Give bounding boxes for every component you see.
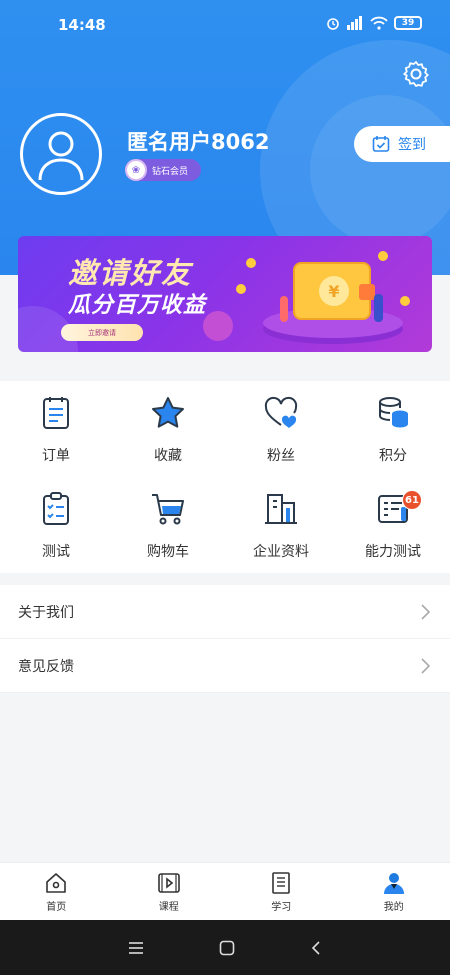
grid-item-test[interactable]: 测试: [0, 477, 112, 573]
clipboard-check-icon: [43, 492, 69, 525]
profile-icon: [383, 873, 404, 894]
nav-study[interactable]: 学习: [225, 863, 338, 920]
coin-icon: [378, 251, 388, 261]
status-icons: 39: [326, 16, 422, 30]
status-bar: 14:48 39: [0, 0, 450, 50]
battery-indicator: 39: [394, 16, 422, 30]
order-icon: [43, 397, 69, 429]
settings-list: 关于我们 意见反馈: [0, 585, 450, 693]
wallet-clasp: [359, 284, 375, 300]
avatar[interactable]: [20, 113, 102, 195]
settings-gear-icon[interactable]: [402, 60, 430, 88]
menu-icon[interactable]: [128, 941, 144, 955]
invite-banner[interactable]: 邀请好友 瓜分百万收益 立即邀请 ¥: [18, 236, 432, 352]
grid-label: 粉丝: [267, 448, 295, 464]
chevron-right-icon: [421, 657, 430, 674]
wallet-illustration: ¥: [293, 262, 375, 320]
coin-icon: [236, 284, 246, 294]
vip-label: 钻石会员: [152, 166, 189, 177]
list-item-about-us[interactable]: 关于我们: [0, 585, 450, 639]
user-avatar-icon: [38, 131, 84, 181]
grid-item-company-info[interactable]: 企业资料: [225, 477, 337, 573]
grid-label: 购物车: [147, 544, 189, 560]
grid-label: 积分: [379, 448, 407, 464]
person-figure: [374, 294, 383, 322]
banner-title: 邀请好友: [68, 256, 193, 290]
home-button-icon[interactable]: [219, 940, 235, 956]
grid-item-fans[interactable]: 粉丝: [225, 381, 337, 477]
grid-label: 企业资料: [253, 544, 309, 560]
grid-item-points[interactable]: 积分: [337, 381, 449, 477]
course-icon: [157, 873, 180, 893]
diamond-member-icon: ❀: [125, 159, 147, 181]
decor-blob: [203, 311, 233, 341]
nav-label: 我的: [383, 902, 404, 913]
grid-label: 订单: [42, 448, 70, 464]
list-item-label: 关于我们: [18, 604, 74, 621]
grid-item-favorites[interactable]: 收藏: [112, 381, 224, 477]
nav-home[interactable]: 首页: [0, 863, 113, 920]
home-icon: [46, 873, 67, 893]
star-icon: [152, 397, 184, 428]
grid-item-order[interactable]: 订单: [0, 381, 112, 477]
checkin-button[interactable]: 签到: [354, 126, 450, 162]
invite-now-button[interactable]: 立即邀请: [61, 324, 143, 341]
nav-label: 课程: [158, 902, 179, 913]
nav-label: 首页: [46, 902, 67, 913]
person-figure: [280, 296, 288, 322]
study-icon: [272, 872, 291, 894]
heart-fans-icon: [264, 396, 298, 428]
wifi-icon: [370, 16, 388, 30]
username: 匿名用户8062: [127, 130, 270, 154]
decor-circle: [310, 95, 450, 245]
grid-label: 测试: [42, 544, 70, 560]
coin-icon: [246, 258, 256, 268]
nav-course[interactable]: 课程: [113, 863, 226, 920]
grid-item-cart[interactable]: 购物车: [112, 477, 224, 573]
bottom-nav: 首页 课程 学习 我的: [0, 862, 450, 920]
back-icon[interactable]: [310, 940, 322, 956]
chevron-right-icon: [421, 603, 430, 620]
yen-coin-icon: ¥: [319, 276, 349, 306]
signal-icon: [347, 16, 362, 30]
checkin-label: 签到: [398, 137, 426, 153]
cart-icon: [152, 494, 184, 525]
list-item-label: 意见反馈: [18, 658, 74, 675]
profile-header: 14:48 39 匿名用户8062 ❀ 钻石会员 签到: [0, 0, 450, 275]
calendar-check-icon: [372, 136, 390, 152]
vip-badge: ❀ 钻石会员: [125, 159, 201, 181]
building-icon: [265, 494, 297, 524]
nav-label: 学习: [271, 902, 292, 913]
banner-subtitle: 瓜分百万收益: [68, 293, 207, 318]
grid-label: 收藏: [154, 448, 182, 464]
coin-icon: [400, 296, 410, 306]
alarm-icon: [327, 18, 339, 30]
feature-grid: 订单 收藏 粉丝 积分 测试 购物车 企业资料 61 能力测试: [0, 381, 450, 573]
list-item-feedback[interactable]: 意见反馈: [0, 639, 450, 693]
grid-item-ability-test[interactable]: 61 能力测试: [337, 477, 449, 573]
status-time: 14:48: [58, 16, 106, 34]
notification-badge: 61: [402, 490, 422, 510]
coins-icon: [379, 397, 408, 428]
nav-profile[interactable]: 我的: [338, 863, 450, 920]
system-nav-bar: [0, 920, 450, 975]
grid-label: 能力测试: [365, 544, 421, 560]
